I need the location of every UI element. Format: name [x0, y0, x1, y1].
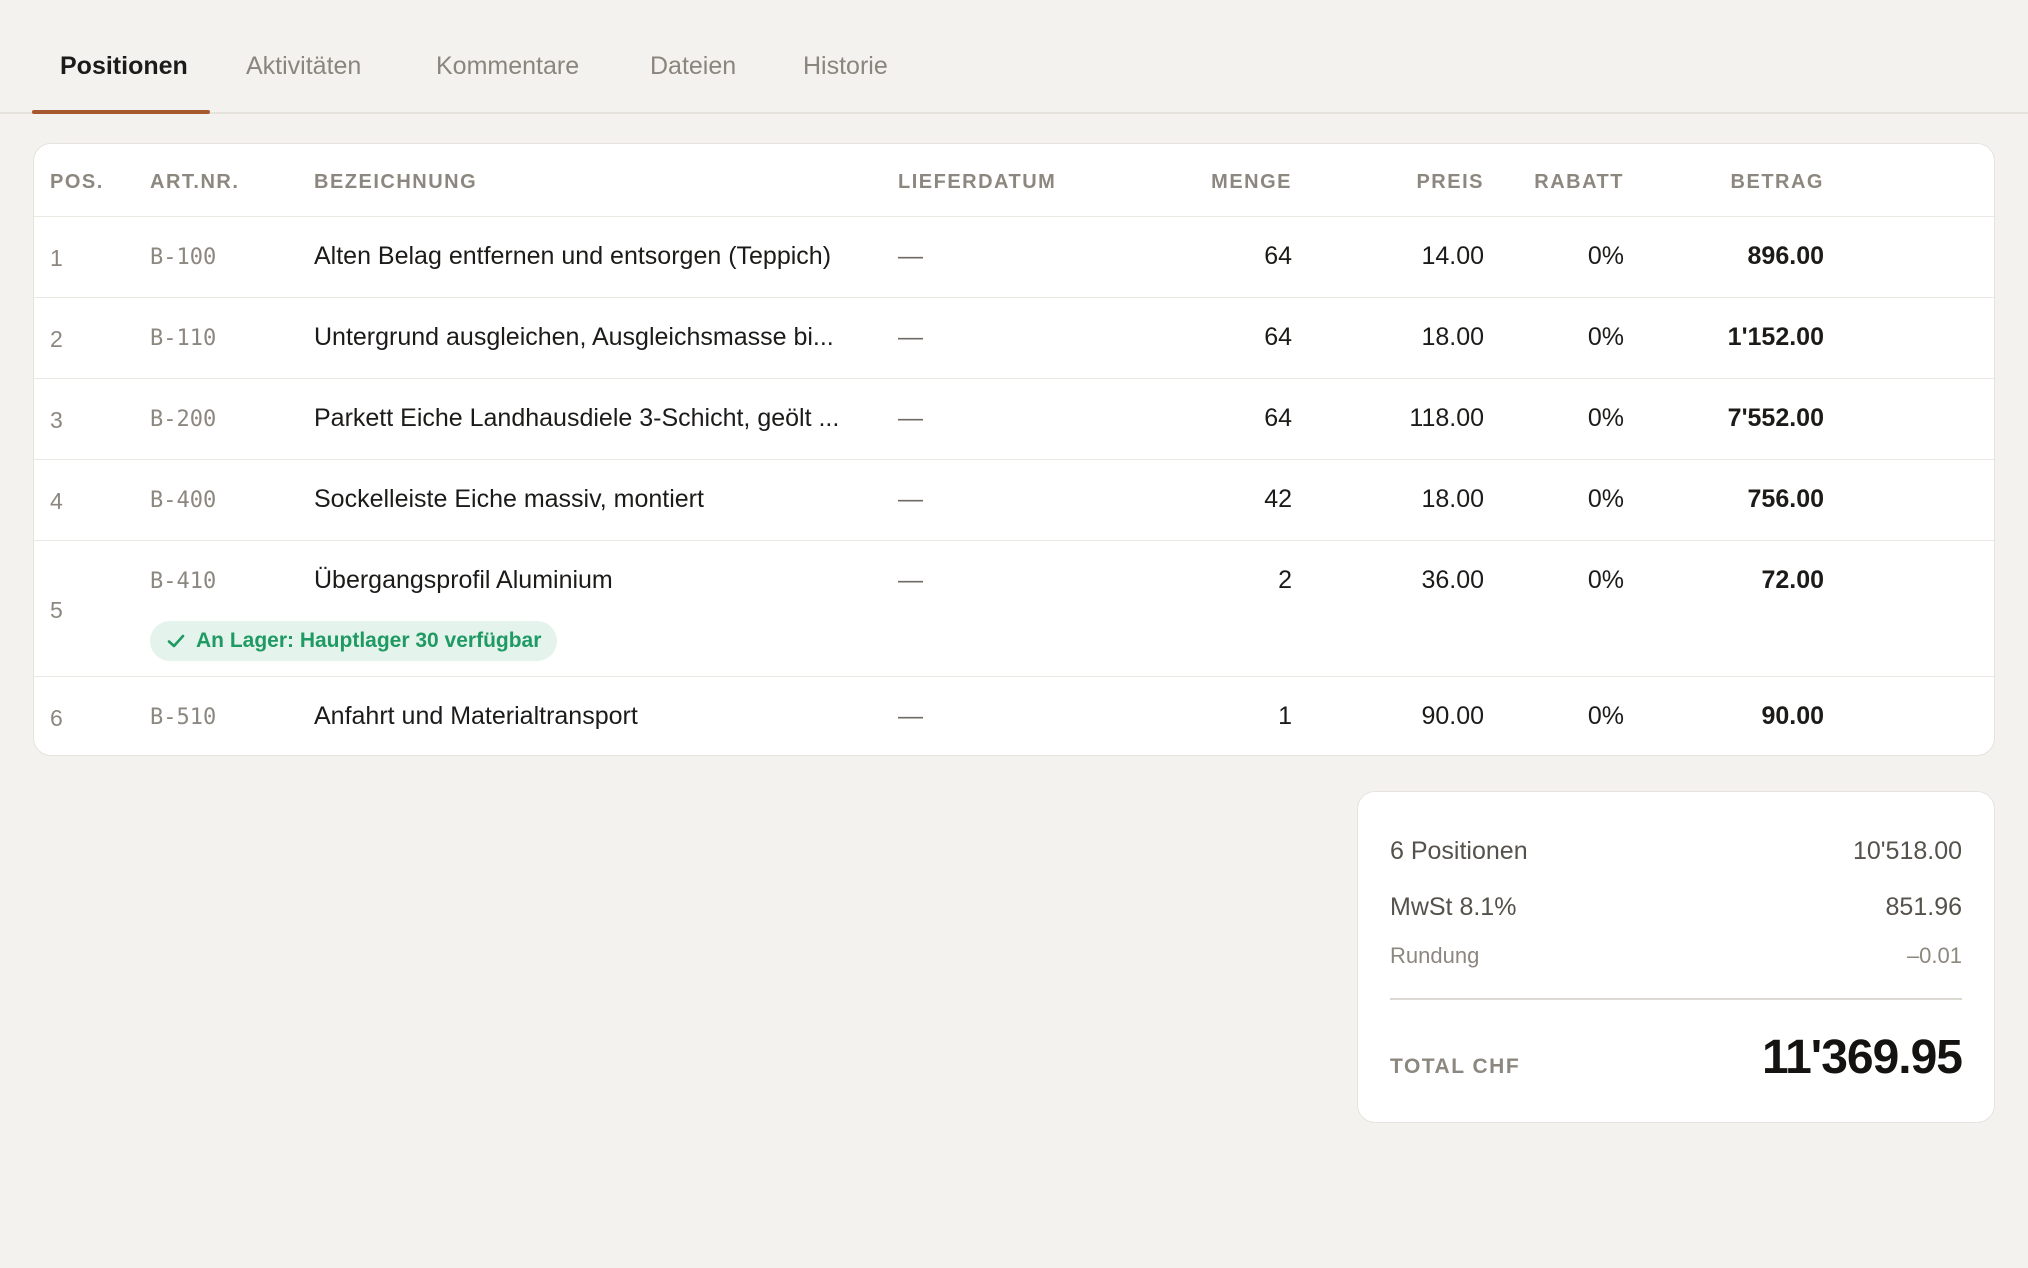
row-art-nr: B-510	[150, 705, 217, 730]
summary-total-row: TOTAL CHF 11'369.95	[1390, 1030, 1963, 1085]
table-row[interactable]: 4 B-400 Sockelleiste Eiche massiv, monti…	[34, 460, 1994, 541]
row-rabatt: 0%	[1587, 485, 1624, 513]
row-art-nr: B-410	[150, 569, 217, 594]
table-row[interactable]: 2 B-110 Untergrund ausgleichen, Ausgleic…	[34, 298, 1994, 379]
row-lieferdatum: —	[898, 566, 923, 594]
tab-kommentare[interactable]: Kommentare	[436, 52, 579, 114]
row-preis: 90.00	[1421, 702, 1484, 730]
line-items-table: POS. ART.NR. BEZEICHNUNG LIEFERDATUM MEN…	[33, 143, 1995, 756]
row-betrag: 72.00	[1761, 566, 1824, 594]
row-preis: 18.00	[1421, 485, 1484, 513]
table-row[interactable]: 1 B-100 Alten Belag entfernen und entsor…	[34, 217, 1994, 298]
summary-vat-label: MwSt 8.1%	[1390, 893, 1517, 921]
summary-rounding-label: Rundung	[1390, 943, 1480, 968]
header-menge[interactable]: MENGE	[1211, 171, 1292, 194]
row-preis: 118.00	[1409, 404, 1484, 432]
row-preis: 36.00	[1421, 566, 1484, 594]
summary-vat-value: 851.96	[1885, 893, 1962, 921]
row-menge: 2	[1278, 566, 1292, 594]
row-bezeichnung: Untergrund ausgleichen, Ausgleichsmasse …	[314, 323, 834, 351]
row-betrag: 896.00	[1747, 242, 1824, 270]
row-menge: 64	[1264, 323, 1292, 351]
row-pos: 1	[50, 245, 63, 271]
row-betrag: 756.00	[1747, 485, 1824, 513]
row-lieferdatum: —	[898, 485, 923, 513]
total-label: TOTAL CHF	[1390, 1055, 1521, 1078]
header-bezeichnung[interactable]: BEZEICHNUNG	[314, 171, 477, 194]
stock-badge-label: An Lager: Hauptlager 30 verfügbar	[196, 629, 542, 652]
stock-badge: An Lager: Hauptlager 30 verfügbar	[150, 621, 558, 661]
document-detail-page: Positionen Aktivitäten Kommentare Dateie…	[0, 0, 2028, 1268]
summary-positions-label: 6 Positionen	[1390, 837, 1528, 865]
tab-aktivitaeten[interactable]: Aktivitäten	[246, 52, 361, 114]
row-lieferdatum: —	[898, 242, 923, 270]
row-rabatt: 0%	[1587, 566, 1624, 594]
row-betrag: 7'552.00	[1727, 404, 1824, 432]
row-art-nr: B-400	[150, 488, 217, 513]
row-pos: 5	[50, 597, 63, 623]
table-row[interactable]: 6 B-510 Anfahrt und Materialtransport — …	[34, 677, 1994, 755]
check-icon	[167, 634, 185, 648]
row-menge: 1	[1278, 702, 1292, 730]
summary-rounding-value: –0.01	[1906, 943, 1962, 968]
row-rabatt: 0%	[1587, 323, 1624, 351]
row-menge: 64	[1264, 242, 1292, 270]
row-pos: 4	[50, 488, 63, 514]
table-row[interactable]: 3 B-200 Parkett Eiche Landhausdiele 3-Sc…	[34, 379, 1994, 460]
totals-summary: 6 Positionen 10'518.00 MwSt 8.1% 851.96 …	[1357, 791, 1995, 1123]
row-pos: 3	[50, 407, 63, 433]
header-pos[interactable]: POS.	[50, 171, 104, 194]
row-lieferdatum: —	[898, 323, 923, 351]
summary-divider	[1390, 998, 1962, 1000]
header-lieferdatum[interactable]: LIEFERDATUM	[898, 171, 1056, 194]
header-art-nr[interactable]: ART.NR.	[150, 171, 239, 194]
header-preis[interactable]: PREIS	[1416, 171, 1484, 194]
row-preis: 18.00	[1421, 323, 1484, 351]
row-rabatt: 0%	[1587, 404, 1624, 432]
row-bezeichnung: Anfahrt und Materialtransport	[314, 702, 638, 730]
row-pos: 2	[50, 326, 63, 352]
row-art-nr: B-110	[150, 326, 217, 351]
row-betrag: 90.00	[1761, 702, 1824, 730]
table-row[interactable]: 5 B-410 Übergangsprofil Aluminium — 2 36…	[34, 541, 1994, 677]
row-menge: 42	[1264, 485, 1292, 513]
summary-rounding-row: Rundung –0.01	[1390, 943, 1962, 969]
header-rabatt[interactable]: RABATT	[1534, 171, 1624, 194]
row-betrag: 1'152.00	[1727, 323, 1824, 351]
row-menge: 64	[1264, 404, 1292, 432]
row-lieferdatum: —	[898, 404, 923, 432]
tab-historie[interactable]: Historie	[803, 52, 888, 114]
summary-vat-row: MwSt 8.1% 851.96	[1390, 893, 1962, 922]
row-art-nr: B-100	[150, 245, 217, 270]
summary-positions-value: 10'518.00	[1852, 837, 1962, 865]
row-bezeichnung: Sockelleiste Eiche massiv, montiert	[314, 485, 704, 513]
tab-dateien[interactable]: Dateien	[650, 52, 736, 114]
tab-positionen[interactable]: Positionen	[60, 52, 188, 114]
row-rabatt: 0%	[1587, 242, 1624, 270]
header-betrag[interactable]: BETRAG	[1731, 171, 1824, 194]
summary-positions-row: 6 Positionen 10'518.00	[1390, 837, 1962, 866]
active-tab-indicator	[32, 110, 210, 114]
row-bezeichnung: Alten Belag entfernen und entsorgen (Tep…	[314, 242, 832, 270]
row-pos: 6	[50, 705, 63, 731]
row-preis: 14.00	[1421, 242, 1484, 270]
row-rabatt: 0%	[1587, 702, 1624, 730]
tab-bar: Positionen Aktivitäten Kommentare Dateie…	[0, 0, 2028, 114]
row-lieferdatum: —	[898, 702, 923, 730]
row-bezeichnung: Übergangsprofil Aluminium	[314, 566, 613, 594]
row-bezeichnung: Parkett Eiche Landhausdiele 3-Schicht, g…	[314, 404, 840, 432]
table-header: POS. ART.NR. BEZEICHNUNG LIEFERDATUM MEN…	[34, 144, 1994, 217]
row-art-nr: B-200	[150, 407, 217, 432]
total-value: 11'369.95	[1762, 1031, 1963, 1084]
